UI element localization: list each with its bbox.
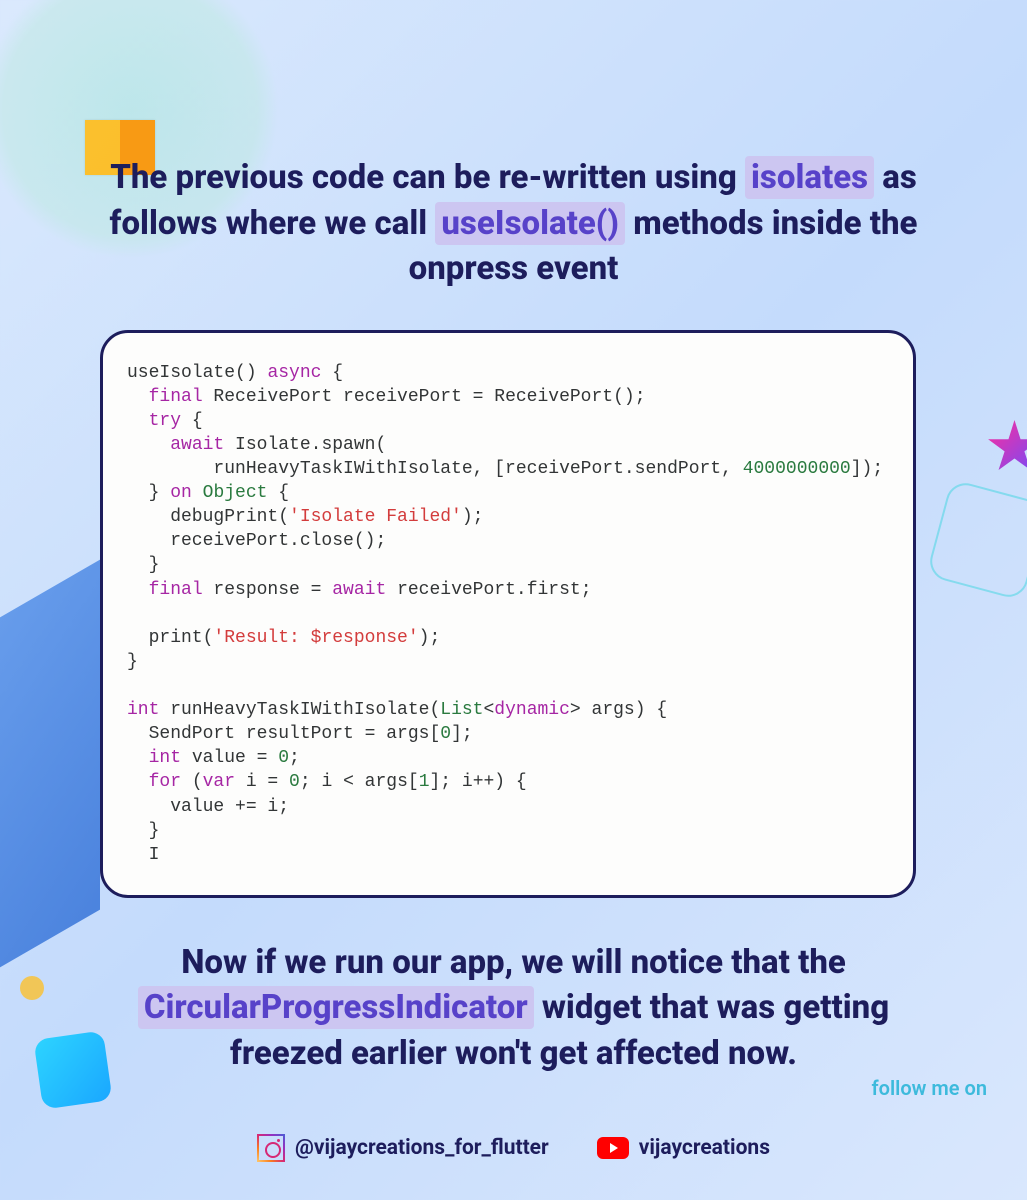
follow-label: follow me on: [872, 1076, 987, 1100]
instagram-link[interactable]: @vijaycreations_for_flutter: [257, 1134, 549, 1162]
youtube-handle: vijaycreations: [639, 1136, 770, 1160]
highlight-useisolate: useIsolate(): [435, 202, 625, 245]
social-row: @vijaycreations_for_flutter vijaycreatio…: [0, 1134, 1027, 1162]
result-heading: Now if we run our app, we will notice th…: [90, 940, 937, 1077]
instagram-handle: @vijaycreations_for_flutter: [295, 1136, 549, 1160]
youtube-icon: [597, 1137, 629, 1159]
heading-text: The previous code can be re-written usin…: [110, 158, 745, 197]
code-block: useIsolate() async { final ReceivePort r…: [100, 330, 916, 898]
heading-text: Now if we run our app, we will notice th…: [181, 943, 846, 982]
intro-heading: The previous code can be re-written usin…: [90, 155, 937, 292]
youtube-link[interactable]: vijaycreations: [597, 1136, 770, 1160]
highlight-isolates: isolates: [745, 156, 874, 199]
instagram-icon: [257, 1134, 285, 1162]
highlight-cpi: CircularProgressIndicator: [138, 986, 534, 1029]
